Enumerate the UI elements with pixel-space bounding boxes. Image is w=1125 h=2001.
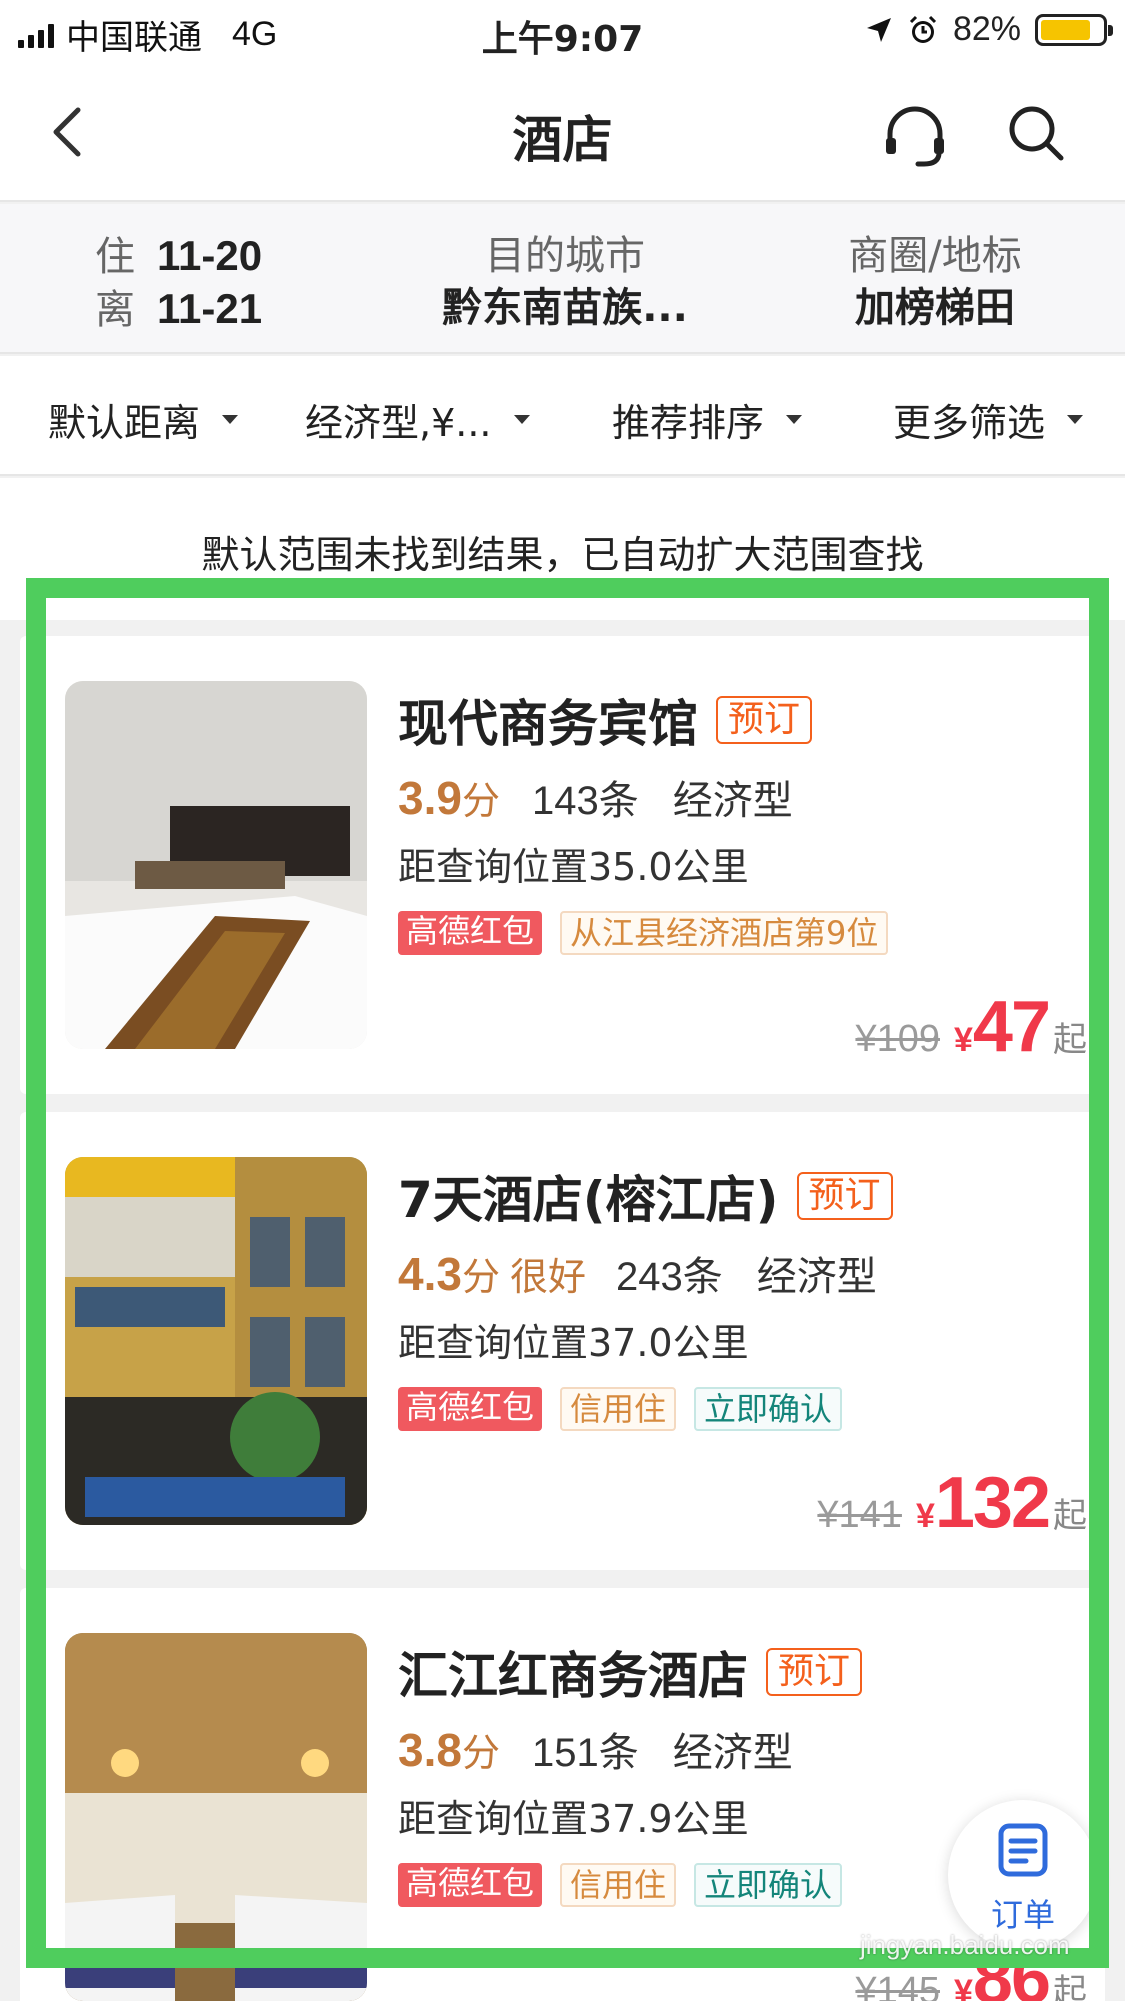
- watermark: jingyan.baidu.com: [860, 1930, 1070, 1960]
- alarm-icon: [909, 15, 936, 43]
- caret-down-icon: [1067, 415, 1084, 424]
- book-badge[interactable]: 预订: [796, 1172, 893, 1220]
- tag-red-packet: 高德红包: [398, 1387, 543, 1431]
- hotel-name[interactable]: 7天酒店(榕江店) 预订: [398, 1160, 893, 1232]
- rating-row: 3.8 分 151条 经济型: [398, 1720, 793, 1778]
- rating-row: 4.3 分很好 243条 经济型: [398, 1244, 877, 1302]
- price-amount: 132: [934, 1463, 1051, 1543]
- book-badge[interactable]: 预订: [766, 1648, 863, 1696]
- distance-text: 距查询位置37.0公里: [398, 1321, 749, 1365]
- rating-score: 3.8: [398, 1724, 462, 1776]
- hotel-name[interactable]: 现代商务宾馆 预订: [398, 684, 813, 756]
- tag-instant-confirm: 立即确认: [694, 1863, 843, 1907]
- headset-icon[interactable]: [880, 100, 950, 170]
- rating-row: 3.9 分 143条 经济型: [398, 768, 793, 826]
- filter-label: 经济型,¥...: [305, 401, 492, 445]
- tag-list: 高德红包 信用住 立即确认: [398, 1863, 843, 1907]
- price-suffix: 起: [1053, 1973, 1087, 2001]
- tag-red-packet: 高德红包: [398, 911, 543, 955]
- tag-credit-stay: 信用住: [560, 1387, 677, 1431]
- filter-label: 更多筛选: [893, 401, 1046, 445]
- hotel-name-text: 7天酒店(榕江店): [398, 1171, 779, 1229]
- filter-label: 默认距离: [48, 401, 201, 445]
- currency-symbol: ¥: [915, 1497, 935, 1535]
- document-icon: [998, 1823, 1048, 1877]
- distance-text: 距查询位置35.0公里: [398, 845, 749, 889]
- review-count: 143条: [531, 779, 639, 823]
- hotel-name-text: 现代商务宾馆: [398, 695, 698, 753]
- notice-text: 默认范围未找到结果，已自动扩大范围查找: [201, 533, 924, 577]
- price-amount: 47: [972, 987, 1051, 1067]
- landmark-value: 加榜梯田: [855, 285, 1015, 331]
- hotel-category: 经济型: [756, 1254, 877, 1300]
- price: ¥109 ¥ 47 起: [855, 986, 1087, 1068]
- checkout-label: 离: [95, 287, 135, 333]
- landmark-selector[interactable]: 商圈/地标 加榜梯田: [800, 230, 1070, 334]
- price-suffix: 起: [1053, 1021, 1087, 1059]
- battery-icon: [1035, 13, 1113, 46]
- hotel-name-text: 汇江红商务酒店: [398, 1647, 748, 1705]
- checkout-date: 11-21: [157, 285, 263, 332]
- landmark-label: 商圈/地标: [848, 233, 1022, 279]
- review-count: 243条: [615, 1255, 723, 1299]
- hotel-photo: [65, 1157, 367, 1525]
- checkin-label: 住: [95, 234, 135, 280]
- rating-unit: 分: [461, 1731, 500, 1775]
- currency-symbol: ¥: [953, 1973, 973, 2001]
- filter-more[interactable]: 更多筛选: [893, 392, 1084, 447]
- tag-credit-stay: 信用住: [560, 1863, 677, 1907]
- filter-price[interactable]: 经济型,¥...: [305, 392, 530, 447]
- currency-symbol: ¥: [953, 1021, 973, 1059]
- order-button[interactable]: 订单: [948, 1800, 1098, 1950]
- original-price: ¥145: [855, 1970, 940, 2001]
- tag-red-packet: 高德红包: [398, 1863, 543, 1907]
- rating-unit: 分: [461, 779, 500, 823]
- tag-list: 高德红包 从江县经济酒店第9位: [398, 911, 889, 955]
- filter-sort[interactable]: 推荐排序: [612, 392, 803, 447]
- tag-instant-confirm: 立即确认: [694, 1387, 843, 1431]
- caret-down-icon: [222, 415, 239, 424]
- rating-score: 3.9: [398, 772, 462, 824]
- location-arrow-icon: [866, 17, 891, 42]
- battery-percent: 82%: [952, 10, 1021, 48]
- hotel-category: 经济型: [672, 778, 793, 824]
- nav-bar: 酒店: [0, 62, 1125, 202]
- rating-praise: 很好: [509, 1255, 586, 1299]
- filter-distance[interactable]: 默认距离: [48, 392, 239, 447]
- caret-down-icon: [786, 415, 803, 424]
- date-range[interactable]: 住 11-20 离 11-21: [95, 230, 262, 336]
- filter-label: 推荐排序: [612, 401, 765, 445]
- checkin-date: 11-20: [157, 232, 263, 279]
- battery-fill: [1041, 19, 1091, 40]
- hotel-name[interactable]: 汇江红商务酒店 预订: [398, 1636, 863, 1708]
- destination-city[interactable]: 目的城市 黔东南苗族...: [405, 230, 725, 334]
- rating-unit: 分: [461, 1255, 500, 1299]
- tag-list: 高德红包 信用住 立即确认: [398, 1387, 843, 1431]
- hotel-list: 现代商务宾馆 预订 3.9 分 143条 经济型 距查询位置35.0公里 高德红包 …: [0, 620, 1125, 2001]
- city-value: 黔东南苗族...: [442, 285, 688, 331]
- hotel-card[interactable]: 现代商务宾馆 预订 3.9 分 143条 经济型 距查询位置35.0公里 高德红包 …: [20, 636, 1105, 1094]
- review-count: 151条: [531, 1731, 639, 1775]
- hotel-card[interactable]: 7天酒店(榕江店) 预订 4.3 分很好 243条 经济型 距查询位置37.0公里 …: [20, 1112, 1105, 1570]
- search-summary: 住 11-20 离 11-21 目的城市 黔东南苗族... 商圈/地标 加榜梯田: [0, 204, 1125, 354]
- hotel-photo: [65, 1633, 367, 2001]
- hotel-photo: [65, 681, 367, 1049]
- status-right: 82%: [865, 10, 1113, 49]
- search-icon[interactable]: [1005, 102, 1067, 164]
- rating-score: 4.3: [398, 1248, 462, 1300]
- tag-ranking: 从江县经济酒店第9位: [560, 911, 889, 955]
- caret-down-icon: [513, 415, 530, 424]
- original-price: ¥109: [855, 1018, 940, 1060]
- filter-bar: 默认距离 经济型,¥... 推荐排序 更多筛选: [0, 356, 1125, 476]
- notice-banner: 默认范围未找到结果，已自动扩大范围查找: [0, 478, 1125, 620]
- original-price: ¥141: [817, 1494, 902, 1536]
- book-badge[interactable]: 预订: [716, 696, 813, 744]
- status-bar: 中国联通 4G 上午9:07 82%: [0, 0, 1125, 62]
- city-label: 目的城市: [485, 233, 645, 279]
- price: ¥141 ¥ 132 起: [817, 1462, 1087, 1544]
- price-suffix: 起: [1053, 1497, 1087, 1535]
- distance-text: 距查询位置37.9公里: [398, 1797, 749, 1841]
- hotel-category: 经济型: [672, 1730, 793, 1776]
- page-title: 酒店: [512, 111, 613, 169]
